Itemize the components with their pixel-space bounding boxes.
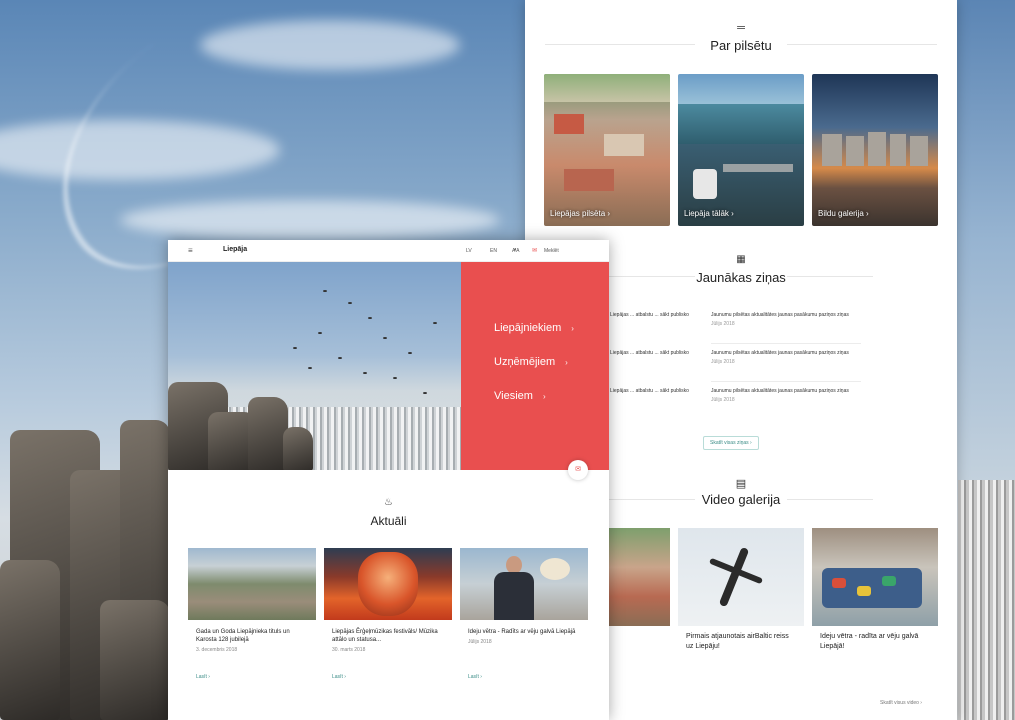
city-card-label: Liepāja tālāk › bbox=[684, 209, 734, 218]
news-list-item[interactable]: Liepājas ... atbalstu ... sākt publisko bbox=[610, 388, 710, 395]
menu-item-viesiem[interactable]: Viesiem › bbox=[494, 390, 546, 402]
city-card-label: Bildu galerija › bbox=[818, 209, 869, 218]
news-date: Jūlijs 2018 bbox=[468, 639, 492, 645]
video-card[interactable]: Pirmais atjaunotais airBaltic reiss uz L… bbox=[678, 528, 804, 660]
chevron-right-icon: › bbox=[571, 324, 574, 333]
news-list-item[interactable]: Jaunumu pilsētas aktualitātes jaunas pas… bbox=[711, 312, 861, 328]
city-card-liepaja-talak[interactable]: Liepāja tālāk › bbox=[678, 74, 804, 226]
news-list-item[interactable]: Liepājas ... atbalstu ... sākt publisko bbox=[610, 312, 710, 319]
top-navigation-bar: ≡ Liepāja LV EN A A ◐ ✉ Meklēt bbox=[168, 240, 609, 262]
read-more-link[interactable]: Lasīt › bbox=[468, 674, 482, 680]
site-logo[interactable]: Liepāja bbox=[223, 246, 247, 253]
news-date: 30. marts 2018 bbox=[332, 647, 366, 653]
language-en[interactable]: EN bbox=[490, 248, 497, 254]
news-list-item[interactable]: Jaunumu pilsētas aktualitātes jaunas pas… bbox=[711, 388, 861, 404]
mail-icon[interactable]: ✉ bbox=[532, 247, 537, 254]
read-more-link[interactable]: Lasīt › bbox=[196, 674, 210, 680]
menu-item-liepajniekiem[interactable]: Liepājniekiem › bbox=[494, 322, 574, 334]
section-title-par-pilsetu: Par pilsētu bbox=[710, 38, 772, 53]
contrast-icon[interactable]: ◐ bbox=[514, 247, 518, 253]
city-icon: ═ bbox=[737, 22, 745, 34]
all-news-button[interactable]: Skatīt visas ziņas › bbox=[703, 436, 759, 450]
news-thumbnail bbox=[460, 548, 588, 620]
news-card[interactable]: Gada un Goda Liepājnieka tituls un Karos… bbox=[188, 548, 316, 690]
chevron-right-icon: › bbox=[542, 392, 546, 401]
hero-image-seagulls bbox=[168, 262, 461, 470]
news-title: Ideju vētra - Radīts ar vēju galvā Liepā… bbox=[468, 629, 576, 635]
city-card-liepajas-pilseta[interactable]: Liepājas pilsēta › bbox=[544, 74, 670, 226]
section-title-aktuali: Aktuāli bbox=[370, 514, 407, 528]
news-thumbnail bbox=[324, 548, 452, 620]
hamburger-icon[interactable]: ≡ bbox=[188, 246, 193, 255]
search-link[interactable]: Meklēt bbox=[544, 248, 559, 254]
news-thumbnail bbox=[188, 548, 316, 620]
read-more-link[interactable]: Lasīt › bbox=[332, 674, 346, 680]
news-card[interactable]: Ideju vētra - Radīts ar vēju galvā Liepā… bbox=[460, 548, 588, 690]
city-card-label: Liepājas pilsēta › bbox=[550, 209, 611, 218]
city-card-bildu-galerija[interactable]: Bildu galerija › bbox=[812, 74, 938, 226]
video-title: Pirmais atjaunotais airBaltic reiss uz L… bbox=[686, 633, 789, 650]
video-card[interactable]: Ideju vētra - radīta ar vēju galvā Liepā… bbox=[812, 528, 938, 660]
news-section-icon: ♨ bbox=[384, 497, 393, 508]
video-thumbnail bbox=[678, 528, 804, 626]
language-lv[interactable]: LV bbox=[466, 248, 472, 254]
news-list-item[interactable]: Liepājas ... atbalstu ... sākt publisko bbox=[610, 350, 710, 357]
mobile-page-preview: ≡ Liepāja LV EN A A ◐ ✉ Meklēt Liepājnie… bbox=[168, 240, 609, 720]
video-thumbnail bbox=[812, 528, 938, 626]
news-list-item[interactable]: Jaunumu pilsētas aktualitātes jaunas pas… bbox=[711, 350, 861, 366]
video-title: Ideju vētra - radīta ar vēju galvā Liepā… bbox=[820, 633, 919, 650]
news-title: Gada un Goda Liepājnieka tituls un Karos… bbox=[196, 629, 290, 643]
mail-fab-button[interactable]: ✉ bbox=[568, 460, 588, 480]
news-title: Liepājas Ērģeļmūzikas festivāls/ Mūzika … bbox=[332, 629, 438, 643]
audience-menu: Liepājniekiem › Uzņēmējiem › Viesiem › bbox=[461, 262, 609, 470]
news-card[interactable]: Liepājas Ērģeļmūzikas festivāls/ Mūzika … bbox=[324, 548, 452, 690]
all-videos-link[interactable]: Skatīt visus video › bbox=[880, 700, 922, 706]
menu-item-uznemejiem[interactable]: Uzņēmējiem › bbox=[494, 356, 568, 368]
news-date: 3. decembris 2018 bbox=[196, 647, 238, 653]
chevron-right-icon: › bbox=[565, 358, 568, 367]
